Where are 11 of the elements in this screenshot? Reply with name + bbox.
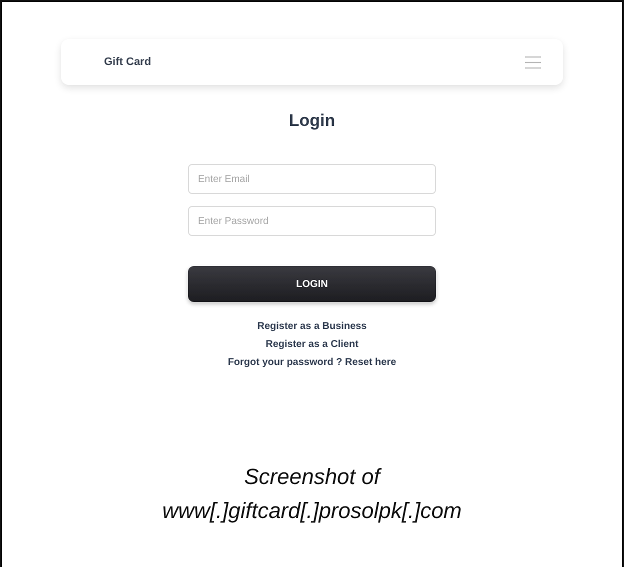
link[interactable]: Register as a Business — [257, 321, 367, 332]
link[interactable]: Register as a Client — [266, 339, 358, 350]
page-title: Login — [288, 111, 336, 131]
caption-text: Screenshot of — [244, 464, 380, 490]
input-field[interactable]: Enter Password — [188, 206, 436, 236]
caption-text: www[.]giftcard[.]prosolpk[.]com — [162, 498, 462, 524]
input-field[interactable]: Enter Email — [188, 164, 436, 194]
link[interactable]: Forgot your password ? Reset here — [228, 357, 396, 368]
menu-icon[interactable] — [525, 56, 541, 68]
brand-name[interactable]: Gift Card — [104, 56, 152, 68]
login-button[interactable]: LOGIN — [188, 266, 436, 302]
